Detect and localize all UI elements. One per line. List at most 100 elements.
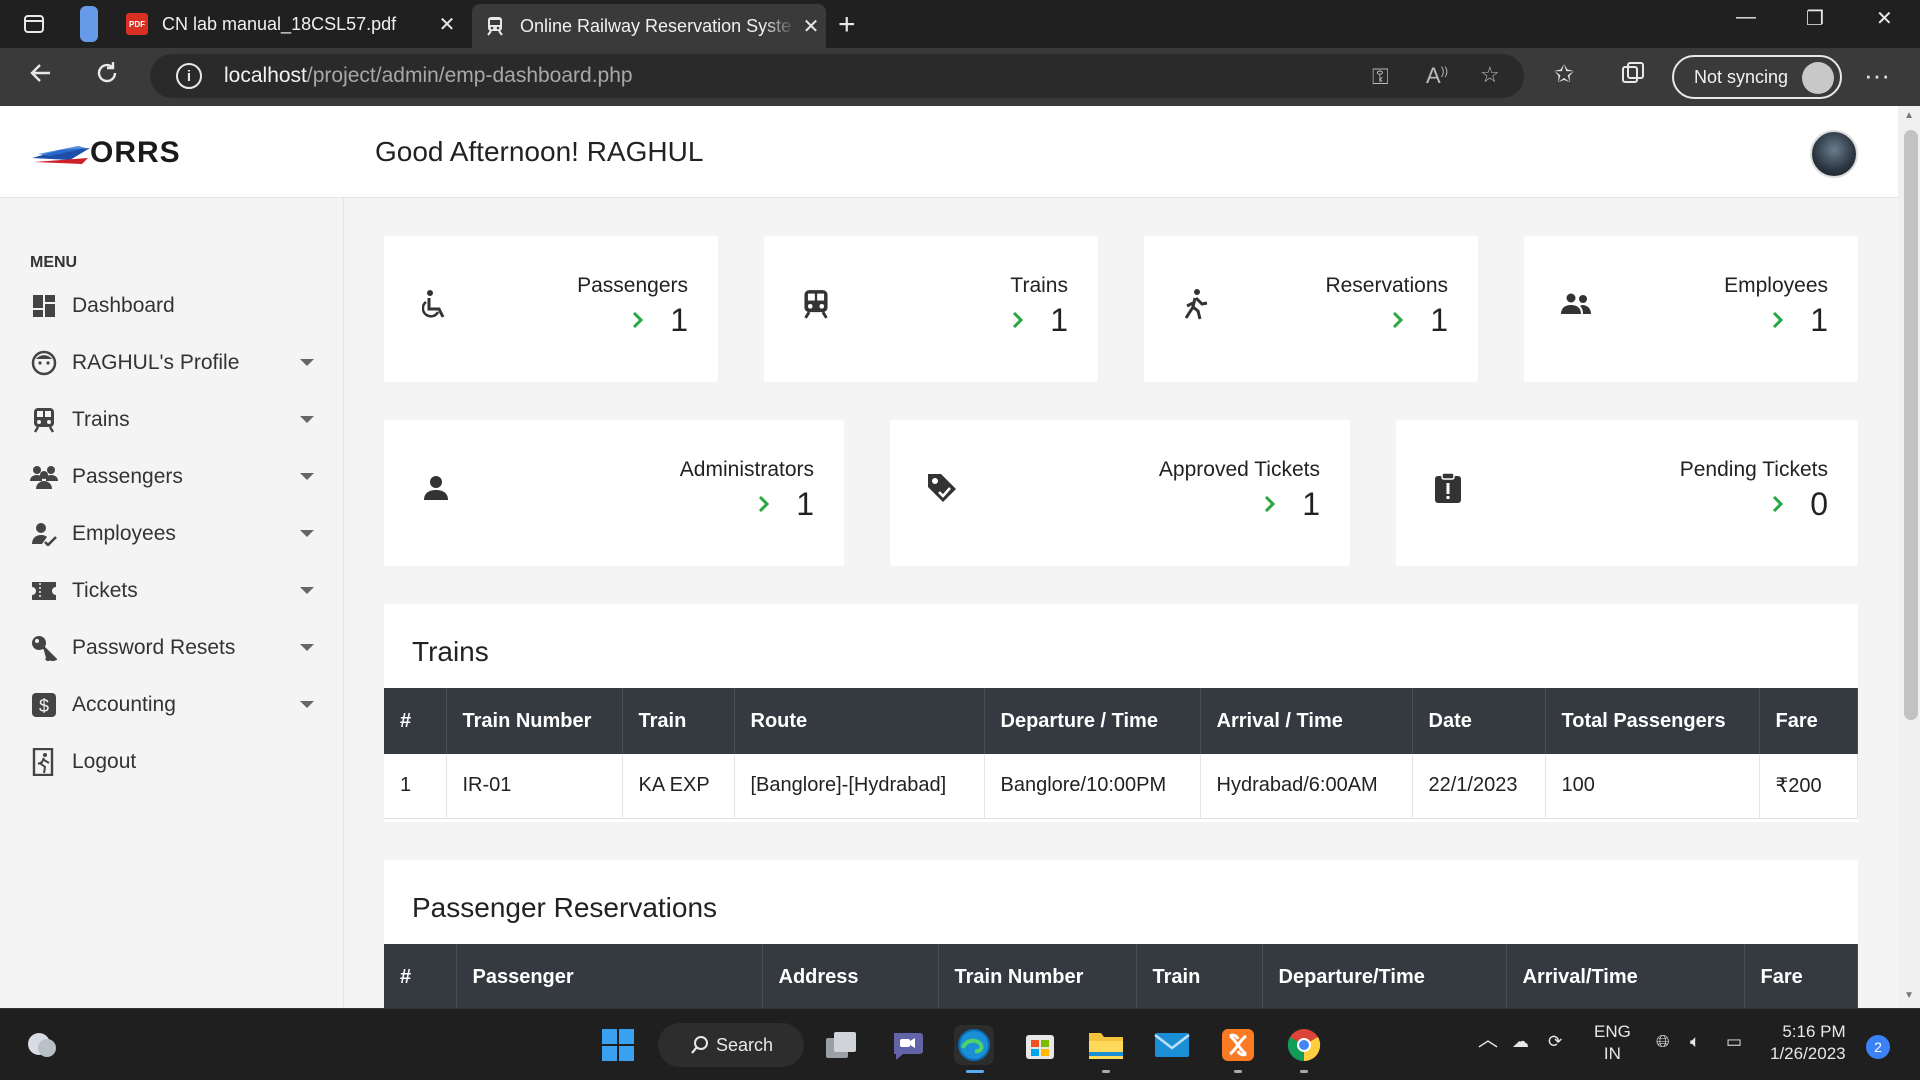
table-cell: KA EXP xyxy=(622,754,735,819)
favorites-icon[interactable]: ✩ xyxy=(1554,60,1574,89)
language-indicator[interactable]: ENG IN xyxy=(1594,1021,1631,1065)
sync-label: Not syncing xyxy=(1694,66,1789,87)
sidebar-item-accounting[interactable]: $ Accounting xyxy=(30,685,320,725)
tab-railway[interactable]: Online Railway Reservation Syste ✕ xyxy=(472,4,826,48)
sidebar-item-passengers[interactable]: Passengers xyxy=(30,457,320,497)
column-header: Train xyxy=(622,688,735,754)
column-header: Passenger xyxy=(456,944,763,1008)
sidebar-item-trains[interactable]: Trains xyxy=(30,400,320,440)
walking-icon xyxy=(1178,286,1214,322)
more-menu-icon[interactable]: ··· xyxy=(1864,60,1890,91)
read-aloud-icon[interactable]: A)) xyxy=(1426,63,1448,89)
network-icon[interactable]: 🌐︎ xyxy=(1656,1031,1670,1053)
search-label: Search xyxy=(716,1034,774,1055)
stat-card-employees[interactable]: Employees 1 xyxy=(1524,236,1858,382)
column-header: Train Number xyxy=(446,688,623,754)
reload-icon[interactable] xyxy=(94,60,120,93)
table-row[interactable]: 1 IR-01 KA EXP [Banglore]-[Hydrabad] Ban… xyxy=(384,754,1858,819)
site-header: ORRS Good Afternoon! RAGHUL xyxy=(0,106,1898,198)
workspaces-icon[interactable] xyxy=(80,6,98,42)
start-icon[interactable] xyxy=(598,1025,638,1065)
sidebar-item-label: Logout xyxy=(72,750,137,773)
users-icon xyxy=(1558,286,1594,322)
scroll-up-icon[interactable]: ▲ xyxy=(1904,110,1914,121)
file-explorer-icon[interactable] xyxy=(1086,1025,1126,1073)
scroll-down-icon[interactable]: ▼ xyxy=(1904,990,1914,1001)
stat-value: 1 xyxy=(1430,302,1448,338)
tray-overflow-icon[interactable]: ︿ xyxy=(1478,1029,1498,1051)
sidebar-item-profile[interactable]: RAGHUL's Profile xyxy=(30,343,320,383)
close-tab-icon[interactable]: ✕ xyxy=(796,14,826,39)
tab-actions-icon[interactable] xyxy=(22,12,46,36)
search-icon xyxy=(691,1036,708,1054)
stat-card-administrators[interactable]: Administrators 1 xyxy=(384,420,844,566)
chrome-icon[interactable] xyxy=(1284,1025,1324,1073)
mail-icon[interactable] xyxy=(1152,1025,1192,1065)
region-code: IN xyxy=(1603,1044,1621,1063)
column-header: Arrival/Time xyxy=(1506,944,1745,1008)
site-info-icon[interactable]: i xyxy=(176,63,202,89)
clock[interactable]: 5:16 PM 1/26/2023 xyxy=(1770,1021,1846,1065)
teams-chat-icon[interactable] xyxy=(888,1025,928,1065)
key-icon[interactable]: ⚿ xyxy=(1372,64,1389,90)
stat-value: 1 xyxy=(796,486,814,522)
minimize-icon[interactable]: — xyxy=(1736,6,1756,29)
key-icon xyxy=(30,634,58,662)
stat-value: 1 xyxy=(1810,302,1828,338)
windows-taskbar: Search ︿ ☁ ⟳ ENG IN 🌐︎ 🔈︎ ▭ 5:16 PM 1/26… xyxy=(0,1008,1920,1080)
column-header: Fare xyxy=(1744,944,1858,1008)
battery-icon[interactable]: ▭ xyxy=(1726,1031,1742,1053)
stat-card-passengers[interactable]: Passengers 1 xyxy=(384,236,718,382)
column-header: Train xyxy=(1136,944,1263,1008)
page-scrollbar[interactable]: ▲ ▼ xyxy=(1898,106,1920,1008)
back-icon[interactable] xyxy=(28,60,54,93)
stat-card-approved-tickets[interactable]: Approved Tickets 1 xyxy=(890,420,1350,566)
sidebar-item-dashboard[interactable]: Dashboard xyxy=(30,286,320,326)
orrs-logo[interactable]: ORRS xyxy=(30,136,190,172)
chevron-right-icon xyxy=(758,496,770,512)
stat-card-trains[interactable]: Trains 1 xyxy=(764,236,1098,382)
address-bar[interactable]: i localhost/project/admin/emp-dashboard.… xyxy=(150,54,1524,98)
sidebar-item-employees[interactable]: Employees xyxy=(30,514,320,554)
stat-card-pending-tickets[interactable]: Pending Tickets 0 xyxy=(1396,420,1858,566)
task-view-icon[interactable] xyxy=(822,1025,862,1065)
edge-icon[interactable] xyxy=(954,1025,994,1073)
xampp-icon[interactable] xyxy=(1218,1025,1258,1073)
sidebar-item-label: Trains xyxy=(72,408,130,431)
table-cell: [Banglore]-[Hydrabad] xyxy=(734,754,985,819)
table-cell: 1 xyxy=(384,754,447,819)
notification-badge[interactable]: 2 xyxy=(1866,1035,1890,1059)
table-header-row: # Passenger Address Train Number Train D… xyxy=(384,944,1858,1008)
stat-label: Pending Tickets xyxy=(1679,458,1828,481)
onedrive-icon[interactable]: ☁ xyxy=(1512,1031,1529,1053)
scroll-thumb[interactable] xyxy=(1904,130,1918,720)
sidebar-item-label: Tickets xyxy=(72,579,138,602)
weather-icon[interactable] xyxy=(22,1025,62,1065)
clipboard-alert-icon xyxy=(1430,470,1466,506)
collections-icon[interactable] xyxy=(1620,60,1646,93)
new-tab-icon[interactable]: + xyxy=(838,8,856,42)
stat-label: Approved Tickets xyxy=(1158,458,1320,481)
add-favorite-icon[interactable]: ☆ xyxy=(1480,62,1500,88)
sidebar-item-password-resets[interactable]: Password Resets xyxy=(30,628,320,668)
svg-text:$: $ xyxy=(39,696,49,716)
chevron-down-icon xyxy=(300,473,314,480)
user-avatar[interactable] xyxy=(1810,130,1858,178)
train-favicon-icon xyxy=(484,15,506,37)
chevron-down-icon xyxy=(300,587,314,594)
sidebar-item-tickets[interactable]: Tickets xyxy=(30,571,320,611)
sync-icon[interactable]: ⟳ xyxy=(1548,1031,1562,1053)
stat-card-reservations[interactable]: Reservations 1 xyxy=(1144,236,1478,382)
profile-sync-button[interactable]: Not syncing xyxy=(1672,55,1842,99)
volume-icon[interactable]: 🔈︎ xyxy=(1690,1031,1700,1053)
store-icon[interactable] xyxy=(1020,1025,1060,1065)
sidebar: MENU Dashboard RAGHUL's Profile Trains P… xyxy=(0,198,344,1008)
sidebar-item-logout[interactable]: Logout xyxy=(30,742,320,782)
column-header: Route xyxy=(734,688,985,754)
page-viewport: ORRS Good Afternoon! RAGHUL MENU Dashboa… xyxy=(0,106,1920,1008)
restore-icon[interactable]: ❐ xyxy=(1806,6,1824,31)
tab-pdf[interactable]: PDF CN lab manual_18CSL57.pdf ✕ xyxy=(114,4,462,44)
taskbar-search[interactable]: Search xyxy=(658,1023,804,1067)
close-tab-icon[interactable]: ✕ xyxy=(432,12,462,37)
close-window-icon[interactable]: ✕ xyxy=(1876,6,1893,31)
